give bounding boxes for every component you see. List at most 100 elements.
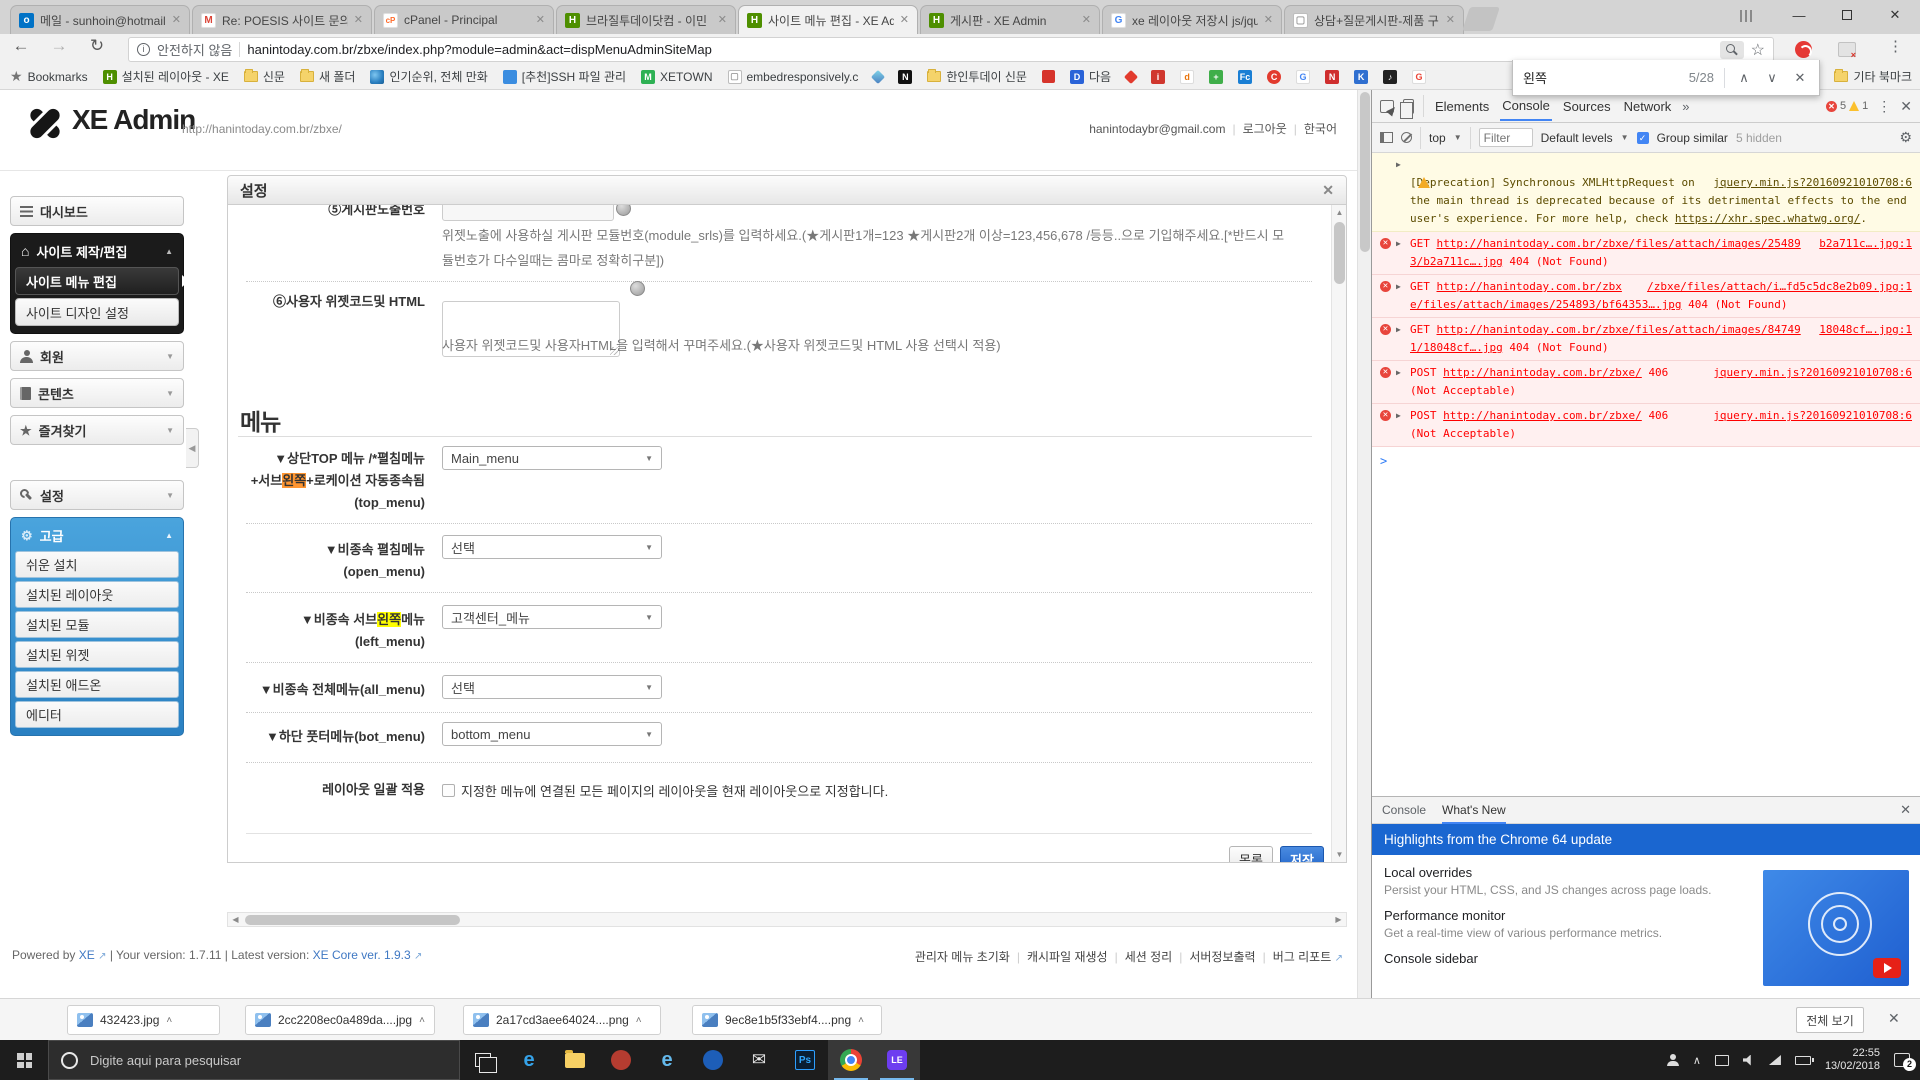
tab-gmail[interactable]: MRe: POESIS 사이트 문의 -✕ [192, 5, 372, 34]
admin-menu-reset-link[interactable]: 관리자 메뉴 초기화 [915, 950, 1010, 964]
all-menu-select[interactable]: 선택▼ [442, 675, 662, 699]
window-close-button[interactable]: ✕ [1872, 0, 1918, 30]
page-scrollbar[interactable] [1357, 90, 1371, 998]
source-link[interactable]: jquery.min.js?20160921010708:6 [1713, 364, 1912, 382]
bookmark-favicon-diamond[interactable] [873, 72, 883, 82]
tab-mail[interactable]: o메일 - sunhoin@hotmail.✕ [10, 5, 190, 34]
find-close-button[interactable]: ✕ [1791, 70, 1809, 86]
reload-button[interactable]: ↻ [84, 36, 110, 56]
bookmark-embedresponsively[interactable]: ▢embedresponsively.c [728, 70, 859, 84]
expand-arrow-icon[interactable]: ▶ [1396, 364, 1401, 382]
devtools-tab-network[interactable]: Network [1622, 92, 1674, 120]
request-url-link[interactable]: http://hanintoday.com.br/zbxe/ [1443, 409, 1642, 422]
taskbar-clock[interactable]: 22:55 13/02/2018 [1825, 1047, 1880, 1073]
bookmark-favicon-i[interactable]: i [1151, 70, 1165, 84]
sidebar-item-settings[interactable]: 설정▼ [10, 480, 184, 510]
bookmark-favicon-diamond-red[interactable] [1126, 72, 1136, 82]
bookmark-favicon-c[interactable]: C [1267, 70, 1281, 84]
site-url[interactable]: http://hanintoday.com.br/zbxe/ [182, 122, 342, 136]
taskbar-app-photoshop[interactable]: Ps [782, 1040, 828, 1080]
url-text[interactable]: hanintoday.com.br/zbxe/index.php?module=… [247, 42, 1712, 57]
tab-close-icon[interactable]: ✕ [1446, 15, 1455, 26]
inspect-element-icon[interactable] [1380, 100, 1394, 113]
sidebar-item-editor[interactable]: 에디터 [15, 701, 179, 728]
bookmark-bookmarks[interactable]: ★Bookmarks [10, 68, 88, 85]
download-item[interactable]: 9ec8e1b5f33ebf4....png˄ [692, 1005, 882, 1035]
bookmark-comics[interactable]: 인기순위, 전체 만화 [370, 68, 487, 85]
start-button[interactable] [0, 1040, 48, 1080]
scroll-down-icon[interactable]: ▼ [1332, 847, 1347, 862]
sidebar-collapse-handle[interactable]: ◀ [186, 428, 199, 468]
extension-icon-red[interactable] [1795, 41, 1812, 58]
other-bookmarks-button[interactable]: 기타 북마크 [1834, 68, 1912, 85]
drawer-tab-whats-new[interactable]: What's New [1442, 797, 1506, 824]
sidebar-item-easy-install[interactable]: 쉬운 설치 [15, 551, 179, 578]
expand-arrow-icon[interactable]: ▶ [1396, 235, 1401, 253]
sidebar-item-installed-widgets[interactable]: 설치된 위젯 [15, 641, 179, 668]
console-error[interactable]: ✕▶ GET http://hanintoday.com.br/zbx/zbxe… [1372, 275, 1920, 318]
panel-close-icon[interactable]: ✕ [1322, 182, 1334, 199]
bookmark-xetown[interactable]: MXETOWN [641, 70, 712, 84]
group-similar-checkbox[interactable]: ✓ [1637, 132, 1649, 144]
chevron-icon[interactable]: ˄ [636, 1015, 642, 1026]
scrollbar-thumb[interactable] [245, 915, 460, 925]
scroll-up-icon[interactable]: ▲ [1332, 205, 1347, 220]
bookmark-favicon-plus[interactable]: + [1209, 70, 1223, 84]
xe-core-link[interactable]: XE Core ver. 1.9.3 [313, 948, 411, 962]
session-clean-link[interactable]: 세션 정리 [1125, 950, 1173, 964]
sidebar-item-installed-addons[interactable]: 설치된 애드온 [15, 671, 179, 698]
expand-arrow-icon[interactable]: ▶ [1396, 278, 1401, 296]
sidebar-item-member[interactable]: 회원▼ [10, 341, 184, 371]
source-link[interactable]: 18048cf….jpg:1 [1819, 321, 1912, 339]
bookmark-folder-new[interactable]: 새 폴더 [300, 68, 355, 85]
tab-close-icon[interactable]: ✕ [1264, 15, 1273, 26]
taskbar-app-red[interactable] [598, 1040, 644, 1080]
open-menu-select[interactable]: 선택▼ [442, 535, 662, 559]
find-next-button[interactable]: ∨ [1763, 70, 1781, 86]
taskbar-file-explorer[interactable] [552, 1040, 598, 1080]
bookmark-favicon-red[interactable] [1042, 70, 1055, 83]
network-icon[interactable] [1769, 1055, 1781, 1065]
bug-report-link[interactable]: 버그 리포트 [1273, 950, 1332, 964]
downloads-close-icon[interactable]: ✕ [1888, 1010, 1900, 1027]
volume-icon[interactable] [1743, 1055, 1755, 1066]
bookmark-star-icon[interactable]: ☆ [1751, 40, 1765, 60]
extension-icon-disabled[interactable] [1838, 42, 1856, 57]
forward-button[interactable]: → [46, 36, 72, 56]
download-item[interactable]: 432423.jpg˄ [67, 1005, 220, 1035]
top-menu-select[interactable]: Main_menu▼ [442, 446, 662, 470]
taskbar-task-view[interactable] [460, 1040, 506, 1080]
bot-menu-select[interactable]: bottom_menu▼ [442, 722, 662, 746]
bookmark-favicon-g2[interactable]: G [1412, 70, 1426, 84]
tab-cpanel[interactable]: cPcPanel - Principal✕ [374, 5, 554, 34]
taskbar-app-edge[interactable]: e [506, 1040, 552, 1080]
new-tab-button[interactable] [1462, 7, 1500, 31]
layout-apply-checkbox[interactable] [442, 784, 455, 797]
devtools-tab-sources[interactable]: Sources [1561, 92, 1613, 120]
hidden-icons-chevron[interactable]: ∧ [1693, 1054, 1701, 1067]
action-center-icon[interactable]: 2 [1894, 1053, 1910, 1067]
more-tabs-icon[interactable]: » [1682, 99, 1689, 114]
download-item[interactable]: 2cc2208ec0a489da....jpg˄ [245, 1005, 435, 1035]
sidebar-item-site-design[interactable]: 사이트 디자인 설정 [15, 298, 179, 326]
taskbar-app-chrome[interactable] [828, 1040, 874, 1080]
drawer-tab-console[interactable]: Console [1382, 803, 1426, 817]
request-url-link[interactable]: 3/b2a711c….jpg [1410, 255, 1503, 268]
tab-close-icon[interactable]: ✕ [718, 15, 727, 26]
taskbar-search[interactable]: Digite aqui para pesquisar [48, 1040, 460, 1080]
sidebar-item-installed-layouts[interactable]: 설치된 레이아웃 [15, 581, 179, 608]
horizontal-scrollbar[interactable]: ◀ ▶ [227, 912, 1347, 927]
bookmark-favicon-n[interactable]: N [898, 70, 912, 84]
sidebar-item-site-build[interactable]: ⌂사이트 제작/편집▲ [15, 238, 179, 264]
tab-close-icon[interactable]: ✕ [172, 15, 181, 26]
sidebar-item-content[interactable]: 콘텐츠▼ [10, 378, 184, 408]
taskbar-app-purple[interactable]: LE [874, 1040, 920, 1080]
devtools-tab-elements[interactable]: Elements [1433, 92, 1491, 120]
clear-console-icon[interactable] [1401, 132, 1412, 143]
zoom-indicator-icon[interactable] [1720, 41, 1744, 59]
tab-consult-board[interactable]: ▢상담+질문게시판-제품 구✕ [1284, 5, 1464, 34]
list-button[interactable]: 목록 [1229, 846, 1273, 863]
sidebar-item-installed-modules[interactable]: 설치된 모듈 [15, 611, 179, 638]
bookmark-favicon-fc[interactable]: Fc [1238, 70, 1252, 84]
bookmark-daum[interactable]: D다음 [1070, 68, 1111, 85]
